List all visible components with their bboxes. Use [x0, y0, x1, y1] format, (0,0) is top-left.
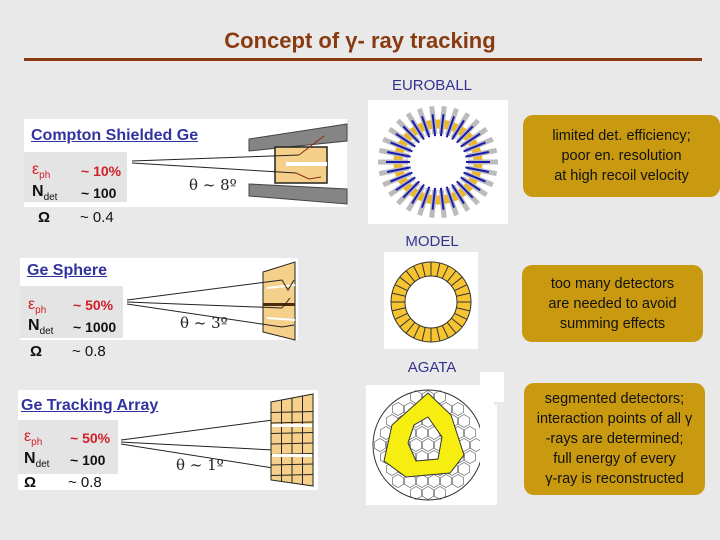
callout-line: limited det. efficiency;	[552, 128, 691, 144]
gamma-ray-line	[120, 441, 274, 451]
callout-text: limited det. efficiency; poor en. resolu…	[552, 126, 690, 186]
callout-line: poor en. resolution	[561, 148, 682, 164]
callout-text: too many detectors are needed to avoid s…	[548, 274, 676, 334]
callout-line: summing effects	[559, 315, 666, 332]
compton-detector-diagram	[131, 123, 348, 205]
ge-crystal-segment	[262, 261, 296, 341]
agata-image	[366, 385, 494, 505]
gamma-ray-line	[120, 419, 274, 441]
omega-symbol: Ω	[38, 209, 51, 226]
model-label: MODEL	[405, 233, 459, 250]
omega-value: ~ 0.4	[80, 209, 114, 226]
euroball-image	[368, 100, 508, 224]
callout-text: segmented detectors; interaction points …	[537, 389, 693, 489]
gamma-ray-line	[131, 154, 300, 162]
crystal-gap	[272, 454, 312, 457]
ge-sphere-detector-diagram	[126, 261, 296, 341]
omega-value: ~ 0.8	[72, 343, 106, 360]
euroball-array-diagram	[378, 106, 498, 218]
callout-line: at high recoil velocity	[554, 168, 689, 184]
gamma-ray-line	[131, 162, 297, 174]
model-image	[384, 252, 478, 349]
callout-agata: segmented detectors; interaction points …	[524, 383, 705, 495]
callout-line: too many detectors	[550, 275, 675, 292]
detector-ring	[391, 262, 471, 342]
euroball-label: EUROBALL	[391, 77, 473, 94]
agata-sphere-diagram	[372, 389, 484, 501]
callout-line: γ-ray is reconstructed	[545, 471, 684, 487]
title-underline	[24, 58, 702, 61]
callout-line: segmented detectors;	[544, 391, 685, 407]
crystal-core	[286, 162, 327, 166]
gamma-ray-line	[126, 279, 283, 301]
gamma-ray-line	[120, 443, 274, 469]
callout-line: interaction points of all γ	[536, 411, 693, 427]
callout-model: too many detectors are needed to avoid s…	[522, 265, 703, 342]
crystal-gap	[272, 424, 312, 427]
agata-label: AGATA	[407, 359, 457, 376]
callout-line: full energy of every	[553, 451, 676, 467]
ge-tracking-panel: Ge Tracking Array εph ~ 50% Ndet ~ 100 Ω…	[18, 390, 318, 491]
callout-euroball: limited det. efficiency; poor en. resolu…	[523, 115, 720, 197]
compton-shielded-panel: Compton Shielded Ge εph ~ 10% Ndet ~ 100…	[24, 119, 348, 207]
model-ring-diagram	[390, 261, 472, 343]
omega-symbol: Ω	[30, 343, 43, 360]
callout-line: -rays are determined;	[545, 431, 684, 447]
callout-line: are needed to avoid	[548, 295, 677, 312]
crystal-separator	[263, 303, 295, 306]
agata-image-edge	[480, 405, 497, 505]
ge-sphere-panel: Ge Sphere εph ~ 50% Ndet ~ 1000 θ ~ 3º	[20, 258, 298, 341]
ge-tracking-detector-diagram	[120, 393, 314, 487]
slide-title: Concept of γ- ray tracking	[224, 28, 496, 53]
ring-inner-edge	[404, 275, 458, 329]
shield-bottom	[248, 183, 348, 205]
